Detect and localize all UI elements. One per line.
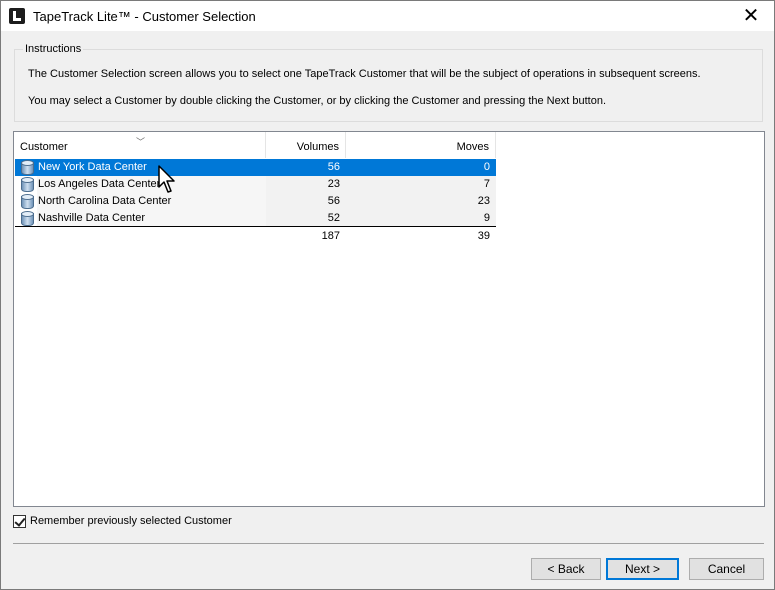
database-icon xyxy=(20,160,34,175)
list-header: Customer ﹀ Volumes Moves xyxy=(14,132,496,158)
totals-divider xyxy=(15,226,496,227)
title-bar[interactable]: TapeTrack Lite™ - Customer Selection ✕ xyxy=(1,1,774,31)
table-row[interactable]: New York Data Center 56 0 xyxy=(15,159,496,176)
column-header-moves[interactable]: Moves xyxy=(346,132,496,158)
row-volumes: 52 xyxy=(266,210,346,227)
row-volumes: 56 xyxy=(266,159,346,176)
column-header-customer-label: Customer xyxy=(20,141,68,153)
tapetrack-logo-icon xyxy=(9,8,25,24)
row-customer-name: Nashville Data Center xyxy=(37,210,267,227)
back-button[interactable]: < Back xyxy=(531,558,601,580)
row-moves: 7 xyxy=(346,176,496,193)
database-icon xyxy=(20,211,34,226)
database-icon xyxy=(20,177,34,192)
cancel-button[interactable]: Cancel xyxy=(689,558,764,580)
total-moves: 39 xyxy=(477,230,490,242)
instruction-line-1: The Customer Selection screen allows you… xyxy=(28,68,701,80)
row-volumes: 56 xyxy=(266,193,346,210)
remember-customer-label[interactable]: Remember previously selected Customer xyxy=(30,515,232,527)
customer-selection-window: TapeTrack Lite™ - Customer Selection ✕ I… xyxy=(0,0,775,590)
database-icon xyxy=(20,194,34,209)
footer-separator xyxy=(13,543,764,544)
remember-customer-checkbox[interactable] xyxy=(13,515,26,528)
row-customer-name: New York Data Center xyxy=(37,159,267,176)
row-customer-name: Los Angeles Data Center xyxy=(37,176,267,193)
next-button[interactable]: Next > xyxy=(606,558,679,580)
row-volumes: 23 xyxy=(266,176,346,193)
window-title: TapeTrack Lite™ - Customer Selection xyxy=(33,9,256,24)
close-button[interactable]: ✕ xyxy=(728,1,774,31)
column-header-volumes[interactable]: Volumes xyxy=(266,132,346,158)
instructions-group xyxy=(14,49,763,122)
row-moves: 9 xyxy=(346,210,496,227)
instructions-legend: Instructions xyxy=(23,43,84,55)
table-row[interactable]: Nashville Data Center 52 9 xyxy=(15,210,496,227)
row-moves: 0 xyxy=(346,159,496,176)
instruction-line-2: You may select a Customer by double clic… xyxy=(28,95,606,107)
table-row[interactable]: Los Angeles Data Center 23 7 xyxy=(15,176,496,193)
column-header-customer[interactable]: Customer ﹀ xyxy=(14,132,266,158)
sort-descending-icon: ﹀ xyxy=(136,138,146,148)
row-customer-name: North Carolina Data Center xyxy=(37,193,267,210)
customer-list[interactable]: Customer ﹀ Volumes Moves New York Data C… xyxy=(13,131,765,507)
total-volumes: 187 xyxy=(321,230,340,242)
row-moves: 23 xyxy=(346,193,496,210)
mouse-pointer-icon xyxy=(158,165,175,193)
table-row[interactable]: North Carolina Data Center 56 23 xyxy=(15,193,496,210)
